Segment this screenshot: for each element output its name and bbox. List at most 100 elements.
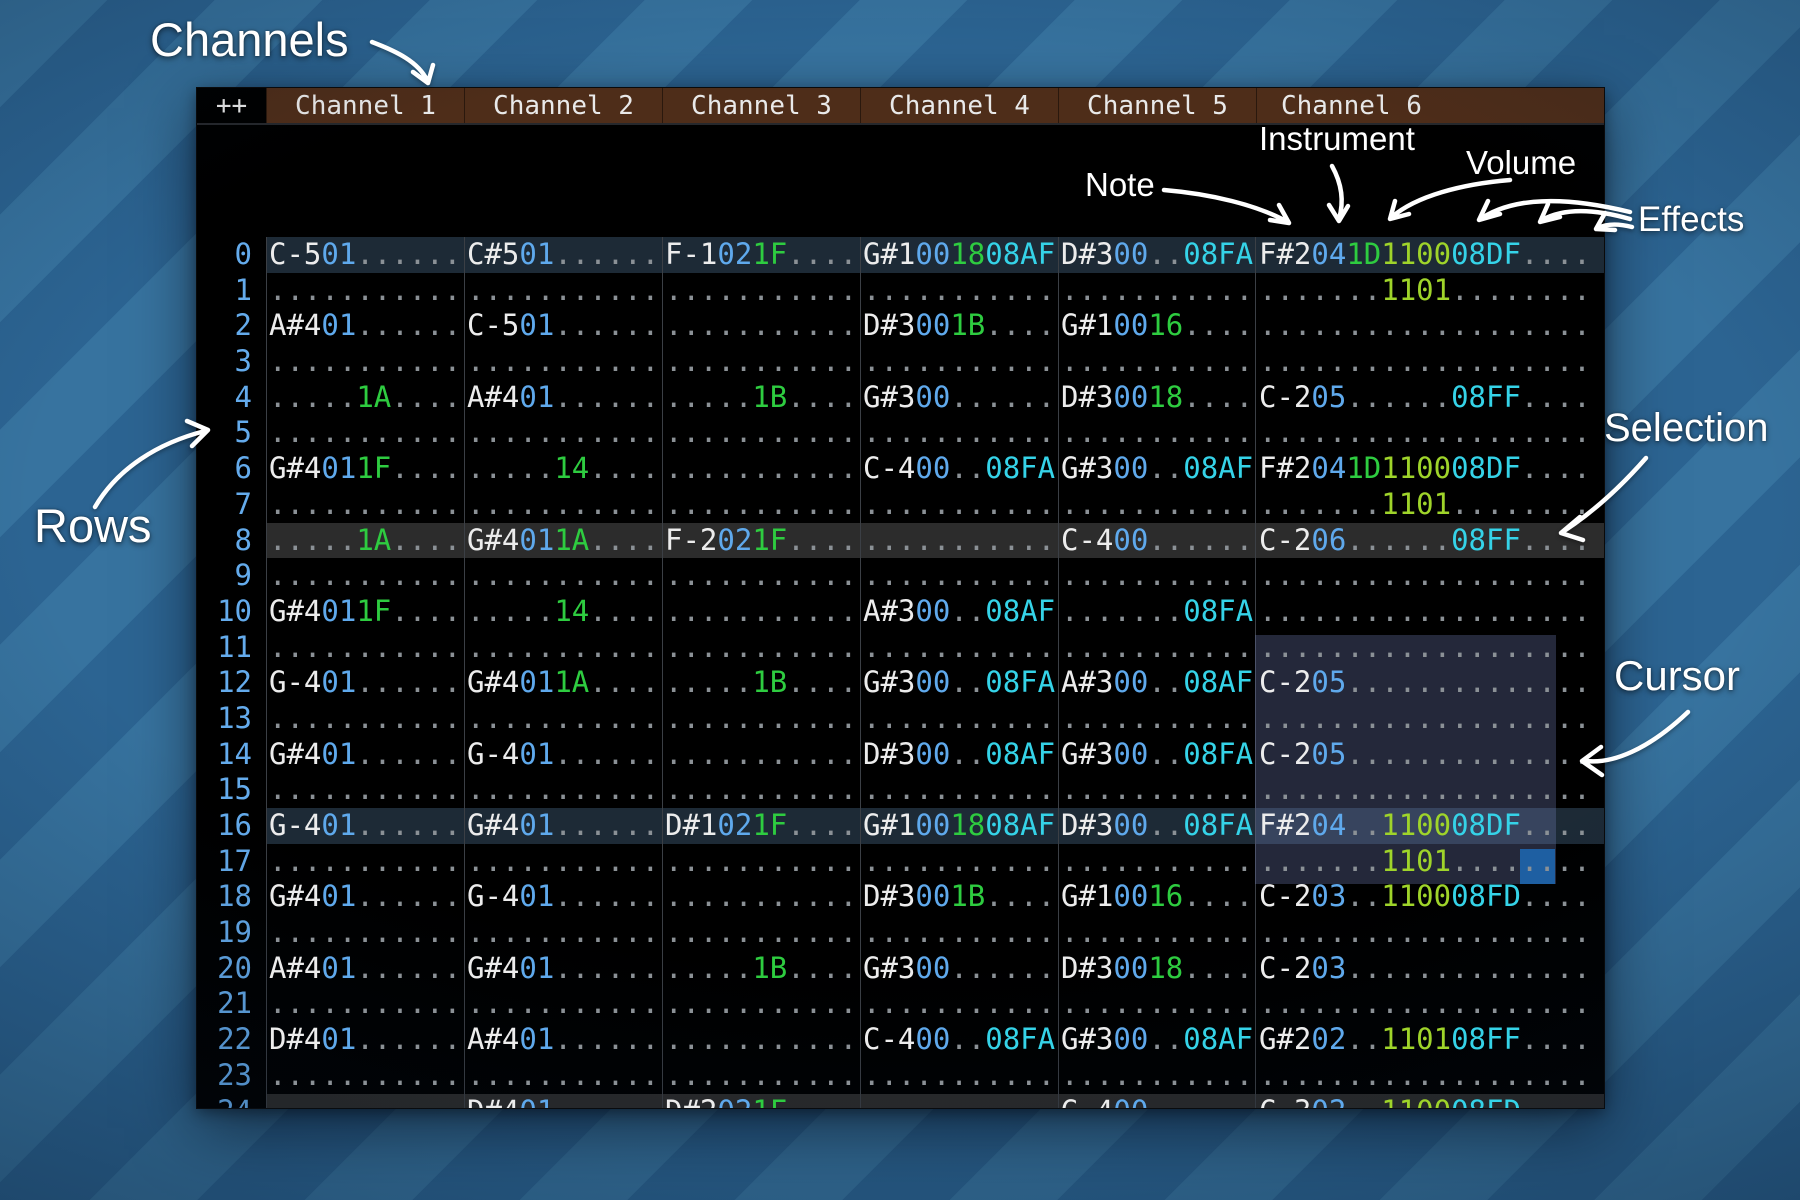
pattern-cell[interactable]: .....1B.... <box>662 380 860 416</box>
pattern-cell[interactable]: ................... <box>1256 415 1604 451</box>
channel-header-3[interactable]: Channel 3 <box>662 88 860 123</box>
pattern-cell[interactable]: ........... <box>860 772 1058 808</box>
pattern-cell[interactable]: D#2021F.... <box>662 1094 860 1109</box>
pattern-cell[interactable]: ........... <box>464 772 662 808</box>
pattern-cell[interactable]: ........... <box>464 986 662 1022</box>
pattern-cell[interactable]: ........... <box>464 915 662 951</box>
pattern-cell[interactable]: ........... <box>662 630 860 666</box>
channel-header-2[interactable]: Channel 2 <box>464 88 662 123</box>
pattern-cell[interactable]: G#300...... <box>860 380 1058 416</box>
pattern-cell[interactable]: C-302..110008FD.... <box>1256 1094 1604 1109</box>
pattern-cell[interactable]: ........... <box>662 1058 860 1094</box>
pattern-cell[interactable]: F-1021F.... <box>662 237 860 273</box>
pattern-cell[interactable]: ........... <box>266 1094 464 1109</box>
pattern-cell[interactable]: C-400...... <box>1058 523 1256 559</box>
pattern-cell[interactable]: ........... <box>860 273 1058 309</box>
pattern-cell[interactable]: C-203.............. <box>1256 951 1604 987</box>
pattern-cell[interactable]: ........... <box>266 772 464 808</box>
pattern-cell[interactable]: ........... <box>266 415 464 451</box>
pattern-cell[interactable]: G#300..08FA <box>860 665 1058 701</box>
pattern-cell[interactable]: C-501...... <box>464 308 662 344</box>
pattern-cell[interactable]: ........... <box>662 273 860 309</box>
pattern-cell[interactable]: G#401...... <box>266 737 464 773</box>
pattern-cell[interactable]: ........... <box>266 487 464 523</box>
pattern-cell[interactable]: ........... <box>464 701 662 737</box>
pattern-cell[interactable]: ........... <box>464 630 662 666</box>
pattern-cell[interactable]: ........... <box>662 737 860 773</box>
pattern-cell[interactable]: ........... <box>662 1022 860 1058</box>
pattern-cell[interactable]: ................... <box>1256 594 1604 630</box>
pattern-cell[interactable]: A#401...... <box>464 380 662 416</box>
pattern-cell[interactable]: D#3001B.... <box>860 879 1058 915</box>
pattern-cell[interactable]: ........... <box>266 986 464 1022</box>
pattern-cell[interactable]: D#30018.... <box>1058 951 1256 987</box>
pattern-cell[interactable]: ........... <box>464 273 662 309</box>
pattern-cell[interactable]: ........... <box>662 701 860 737</box>
pattern-cell[interactable]: G-401...... <box>266 665 464 701</box>
pattern-cell[interactable]: C-205.............. <box>1256 665 1604 701</box>
pattern-cell[interactable]: G#401...... <box>464 951 662 987</box>
pattern-cell[interactable]: ........... <box>662 772 860 808</box>
pattern-cell[interactable]: C-203..110008FD.... <box>1256 879 1604 915</box>
pattern-cell[interactable]: ........... <box>266 701 464 737</box>
pattern-cell[interactable]: G#202..110108FF.... <box>1256 1022 1604 1058</box>
pattern-cell[interactable]: .......1101........ <box>1256 273 1604 309</box>
pattern-cell[interactable]: ................... <box>1256 915 1604 951</box>
pattern-cell[interactable]: ........... <box>1058 844 1256 880</box>
pattern-cell[interactable]: D#300..08FA <box>1058 237 1256 273</box>
pattern-cell[interactable]: G#401...... <box>266 879 464 915</box>
channel-header-4[interactable]: Channel 4 <box>860 88 1058 123</box>
pattern-cell[interactable]: .....1B.... <box>662 951 860 987</box>
pattern-cell[interactable]: ........... <box>860 558 1058 594</box>
pattern-cell[interactable]: ........... <box>464 344 662 380</box>
pattern-cell[interactable]: ................... <box>1256 308 1604 344</box>
pattern-cell[interactable]: ........... <box>860 701 1058 737</box>
pattern-cell[interactable]: ........... <box>1058 487 1256 523</box>
pattern-cell[interactable]: G#4011A.... <box>464 665 662 701</box>
pattern-cell[interactable]: C-400..08FA <box>860 451 1058 487</box>
pattern-cell[interactable]: ........... <box>1058 558 1256 594</box>
pattern-cell[interactable]: ........... <box>860 344 1058 380</box>
pattern-cell[interactable]: C-501...... <box>266 237 464 273</box>
pattern-cell[interactable]: .......1101........ <box>1256 487 1604 523</box>
pattern-cell[interactable]: ........... <box>266 344 464 380</box>
pattern-cell[interactable]: D#1021F.... <box>662 808 860 844</box>
pattern-cell[interactable]: ........... <box>464 487 662 523</box>
pattern-cell[interactable]: G-400...... <box>1058 1094 1256 1109</box>
pattern-cell[interactable]: ........... <box>860 523 1058 559</box>
pattern-cell[interactable]: ........... <box>1058 1058 1256 1094</box>
pattern-cell[interactable]: D#300..08FA <box>1058 808 1256 844</box>
channel-header-6[interactable]: Channel 6 <box>1256 88 1604 123</box>
pattern-cell[interactable]: A#300..08AF <box>1058 665 1256 701</box>
pattern-cell[interactable]: G#1001808AF <box>860 237 1058 273</box>
pattern-cell[interactable]: G#300..08FA <box>1058 737 1256 773</box>
pattern-cell[interactable]: G#1001808AF <box>860 808 1058 844</box>
pattern-cell[interactable]: ........... <box>662 558 860 594</box>
pattern-cell[interactable]: D#401...... <box>266 1022 464 1058</box>
pattern-cell[interactable]: D#401...... <box>464 1094 662 1109</box>
pattern-cell[interactable]: G#10016.... <box>1058 879 1256 915</box>
pattern-cell[interactable]: ........... <box>662 308 860 344</box>
pattern-editor[interactable]: 0C-501......C#501......F-1021F....G#1001… <box>197 237 1604 1108</box>
pattern-cell[interactable]: ........... <box>662 594 860 630</box>
pattern-cell[interactable]: ........... <box>266 630 464 666</box>
pattern-cell[interactable]: .....14.... <box>464 451 662 487</box>
pattern-cell[interactable]: ........... <box>1058 772 1256 808</box>
pattern-cell[interactable]: ........... <box>860 415 1058 451</box>
pattern-cell[interactable]: A#401...... <box>266 951 464 987</box>
pattern-cell[interactable]: ................... <box>1256 701 1604 737</box>
pattern-cell[interactable]: ........... <box>860 487 1058 523</box>
pattern-cell[interactable]: C#501...... <box>464 237 662 273</box>
pattern-cell[interactable]: ........... <box>860 915 1058 951</box>
pattern-cell[interactable]: ........... <box>662 879 860 915</box>
pattern-cell[interactable]: ........... <box>662 451 860 487</box>
pattern-cell[interactable]: ........... <box>266 273 464 309</box>
pattern-cell[interactable]: F-2021F.... <box>662 523 860 559</box>
pattern-cell[interactable]: ........... <box>1058 344 1256 380</box>
pattern-cell[interactable]: ........... <box>860 630 1058 666</box>
pattern-cell[interactable]: A#401...... <box>464 1022 662 1058</box>
pattern-cell[interactable]: ........... <box>266 844 464 880</box>
pattern-cell[interactable]: ........... <box>464 1058 662 1094</box>
pattern-cell[interactable]: ........... <box>662 487 860 523</box>
pattern-cell[interactable]: G-401...... <box>266 808 464 844</box>
